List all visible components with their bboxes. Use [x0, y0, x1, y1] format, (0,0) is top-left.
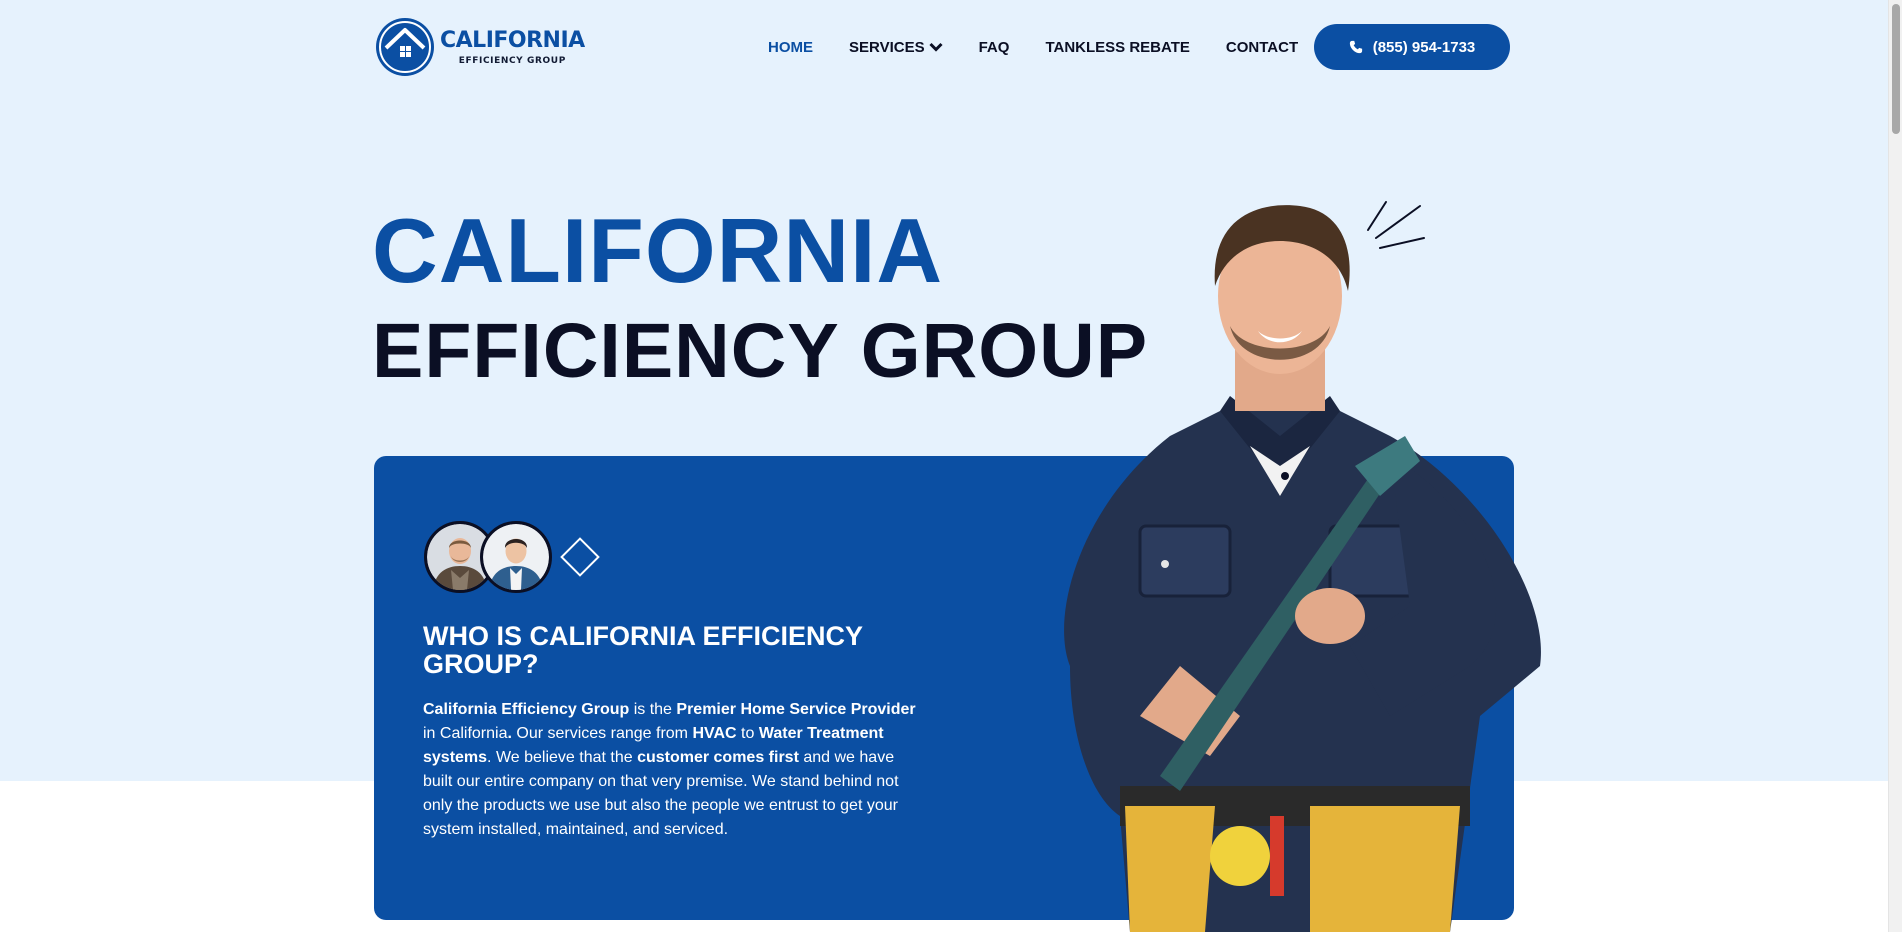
nav-faq[interactable]: FAQ: [979, 39, 1010, 56]
technician-avatar-icon: [483, 524, 549, 590]
phone-number: (855) 954-1733: [1372, 38, 1476, 56]
page-scrollbar[interactable]: [1888, 0, 1902, 932]
nav-tankless-rebate-label: TANKLESS REBATE: [1045, 38, 1190, 56]
main-nav: HOME SERVICES FAQ TANKLESS REBATE CONTAC…: [768, 36, 1334, 58]
nav-home[interactable]: HOME: [768, 39, 813, 56]
about-text-segment: Our services range from: [511, 725, 693, 742]
about-text-segment: is the: [629, 701, 677, 718]
about-paragraph: California Efficiency Group is the Premi…: [423, 698, 923, 842]
phone-icon: [1349, 40, 1362, 54]
hero-title: CALIFORNIA: [372, 201, 944, 302]
house-logo-icon: [376, 18, 434, 76]
nav-home-label: HOME: [768, 38, 813, 56]
scrollbar-thumb[interactable]: [1892, 4, 1900, 134]
about-text-segment: to: [736, 725, 759, 742]
nav-contact-label: CONTACT: [1225, 38, 1299, 56]
logo-title: CALIFORNIA: [440, 27, 585, 53]
about-text-segment: Premier Home Service Provider: [676, 701, 916, 718]
nav-contact[interactable]: CONTACT: [1226, 39, 1298, 56]
about-text-segment: customer comes first: [637, 749, 799, 766]
team-avatars: [424, 520, 600, 594]
site-logo[interactable]: CALIFORNIA EFFICIENCY GROUP: [374, 14, 585, 80]
about-text-segment: California Efficiency Group: [423, 701, 630, 718]
nav-tankless-rebate[interactable]: TANKLESS REBATE: [1045, 39, 1189, 56]
technician-holding-wrench-image: [1064, 205, 1541, 932]
nav-services[interactable]: SERVICES: [849, 39, 943, 56]
about-text-segment: . We believe that the: [487, 749, 638, 766]
chevron-down-icon: [929, 42, 943, 52]
about-text-segment: HVAC: [692, 725, 737, 742]
nav-faq-label: FAQ: [978, 38, 1010, 56]
avatar-technician-2: [480, 521, 552, 593]
nav-services-label: SERVICES: [849, 38, 925, 56]
phone-call-button[interactable]: (855) 954-1733: [1314, 24, 1510, 70]
logo-subtitle: EFFICIENCY GROUP: [458, 55, 566, 66]
about-title: WHO IS CALIFORNIA EFFICIENCY GROUP?: [423, 621, 863, 679]
about-text-segment: in California: [423, 725, 508, 742]
diamond-decoration-icon: [560, 537, 600, 577]
